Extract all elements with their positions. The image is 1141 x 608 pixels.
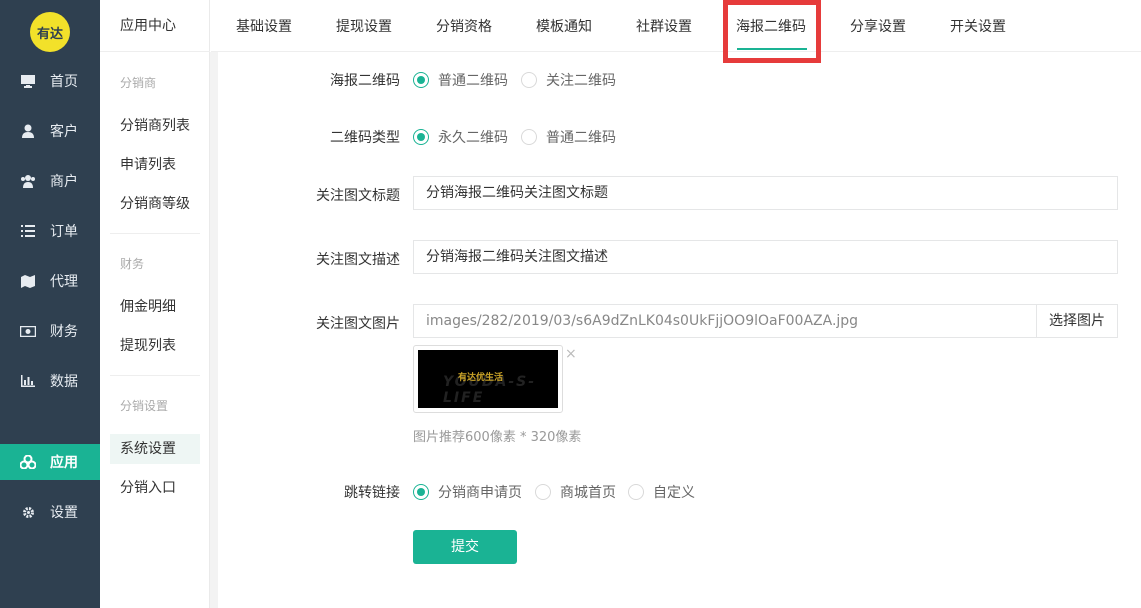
tab-share-settings[interactable]: 分享设置 (850, 0, 906, 52)
gear-icon (20, 504, 36, 520)
subnav-title: 应用中心 (100, 0, 210, 52)
poster-qr-label: 海报二维码 (330, 73, 400, 89)
nav-item-finance[interactable]: 财务 (0, 313, 100, 349)
radio-dot (413, 72, 429, 88)
radio-label: 普通二维码 (438, 73, 508, 89)
follow-desc-input[interactable]: 分销海报二维码关注图文描述 (413, 240, 1118, 274)
nav-label: 代理 (50, 274, 78, 290)
select-image-button[interactable]: 选择图片 (1036, 304, 1118, 338)
nav-item-apps[interactable]: 应用 (0, 444, 100, 480)
submit-button[interactable]: 提交 (413, 530, 517, 564)
secondary-sidebar: 应用中心 分销商 分销商列表 申请列表 分销商等级 财务 佣金明细 提现列表 分… (100, 0, 210, 608)
divider (110, 375, 200, 376)
nav-item-settings[interactable]: 设置 (0, 494, 100, 530)
radio-dot (535, 484, 551, 500)
radio-qr-type-normal[interactable]: 普通二维码 (521, 127, 616, 147)
image-size-hint: 图片推荐600像素 * 320像素 (413, 430, 582, 445)
follow-title-input[interactable]: 分销海报二维码关注图文标题 (413, 176, 1118, 210)
radio-dot (628, 484, 644, 500)
subnav-item-application-list[interactable]: 申请列表 (110, 150, 200, 180)
nav-label: 数据 (50, 374, 78, 390)
subnav-group-title: 分销设置 (120, 399, 169, 413)
redirect-label: 跳转链接 (344, 485, 400, 501)
subnav-group-title: 财务 (120, 257, 145, 271)
nav-label: 设置 (50, 505, 78, 521)
radio-qr-type-permanent[interactable]: 永久二维码 (413, 127, 508, 147)
tab-withdraw-settings[interactable]: 提现设置 (336, 0, 392, 52)
logo-text: 有达 (36, 26, 63, 42)
settings-tabs: 基础设置 提现设置 分销资格 模板通知 社群设置 海报二维码 分享设置 开关设置 (211, 0, 1141, 63)
radio-label: 自定义 (653, 485, 695, 501)
thumbnail-image: YOUDA-S-LIFE 有达优生活 (418, 350, 558, 408)
radio-redirect-apply-page[interactable]: 分销商申请页 (413, 482, 522, 502)
radio-dot (521, 72, 537, 88)
monitor-icon (20, 73, 36, 89)
remove-image-icon[interactable]: × (565, 346, 577, 362)
radio-redirect-mall-home[interactable]: 商城首页 (535, 482, 616, 502)
tab-community-settings[interactable]: 社群设置 (636, 0, 692, 52)
nav-item-home[interactable]: 首页 (0, 63, 100, 99)
radio-dot (521, 129, 537, 145)
brand-logo[interactable]: 有达 (30, 12, 70, 52)
content-gutter (210, 52, 218, 608)
nav-label: 财务 (50, 324, 78, 340)
map-icon (20, 273, 36, 289)
tab-toggle-settings[interactable]: 开关设置 (950, 0, 1006, 52)
nav-item-orders[interactable]: 订单 (0, 213, 100, 249)
tab-distribution-eligibility[interactable]: 分销资格 (436, 0, 492, 52)
thumbnail-logo: 有达优生活 (458, 373, 504, 383)
radio-label: 商城首页 (560, 485, 616, 501)
tab-template-notifications[interactable]: 模板通知 (536, 0, 592, 52)
radio-label: 关注二维码 (546, 73, 616, 89)
divider (110, 233, 200, 234)
apps-icon (20, 454, 36, 470)
radio-label: 普通二维码 (546, 130, 616, 146)
nav-label: 应用 (50, 455, 78, 471)
follow-title-label: 关注图文标题 (316, 188, 400, 204)
subnav-item-commission-details[interactable]: 佣金明细 (110, 292, 200, 322)
follow-desc-label: 关注图文描述 (316, 252, 400, 268)
follow-image-label: 关注图文图片 (316, 316, 400, 332)
subnav-group-title: 分销商 (120, 76, 157, 90)
radio-dot (413, 129, 429, 145)
chart-icon (20, 373, 36, 389)
subnav-item-distributor-list[interactable]: 分销商列表 (110, 111, 200, 141)
tab-basic-settings[interactable]: 基础设置 (236, 0, 292, 52)
nav-item-data[interactable]: 数据 (0, 363, 100, 399)
qr-type-label: 二维码类型 (330, 130, 400, 146)
image-path-input[interactable]: images/282/2019/03/s6A9dZnLK04s0UkFjjOO9… (413, 304, 1037, 338)
radio-redirect-custom[interactable]: 自定义 (628, 482, 695, 502)
active-tab-indicator (737, 48, 807, 50)
radio-label: 分销商申请页 (438, 485, 522, 501)
radio-poster-qr-normal[interactable]: 普通二维码 (413, 70, 508, 90)
radio-dot (413, 484, 429, 500)
nav-item-merchants[interactable]: 商户 (0, 163, 100, 199)
tab-poster-qrcode[interactable]: 海报二维码 (736, 0, 806, 52)
subnav-item-distributor-levels[interactable]: 分销商等级 (110, 189, 200, 219)
nav-item-customers[interactable]: 客户 (0, 113, 100, 149)
nav-label: 订单 (50, 224, 78, 240)
image-thumbnail: YOUDA-S-LIFE 有达优生活 (413, 345, 563, 413)
users-icon (20, 173, 36, 189)
user-icon (20, 123, 36, 139)
nav-label: 首页 (50, 74, 78, 90)
subnav-item-distribution-entry[interactable]: 分销入口 (110, 473, 200, 503)
nav-label: 商户 (50, 174, 78, 190)
money-icon (20, 323, 36, 339)
list-icon (20, 223, 36, 239)
main-sidebar: 有达 首页 客户 商户 订单 代理 财务 数据 应用 设置 (0, 0, 100, 608)
subnav-item-withdraw-list[interactable]: 提现列表 (110, 331, 200, 361)
radio-poster-qr-follow[interactable]: 关注二维码 (521, 70, 616, 90)
nav-label: 客户 (50, 124, 78, 140)
radio-label: 永久二维码 (438, 130, 508, 146)
nav-item-agents[interactable]: 代理 (0, 263, 100, 299)
subnav-item-system-settings[interactable]: 系统设置 (110, 434, 200, 464)
